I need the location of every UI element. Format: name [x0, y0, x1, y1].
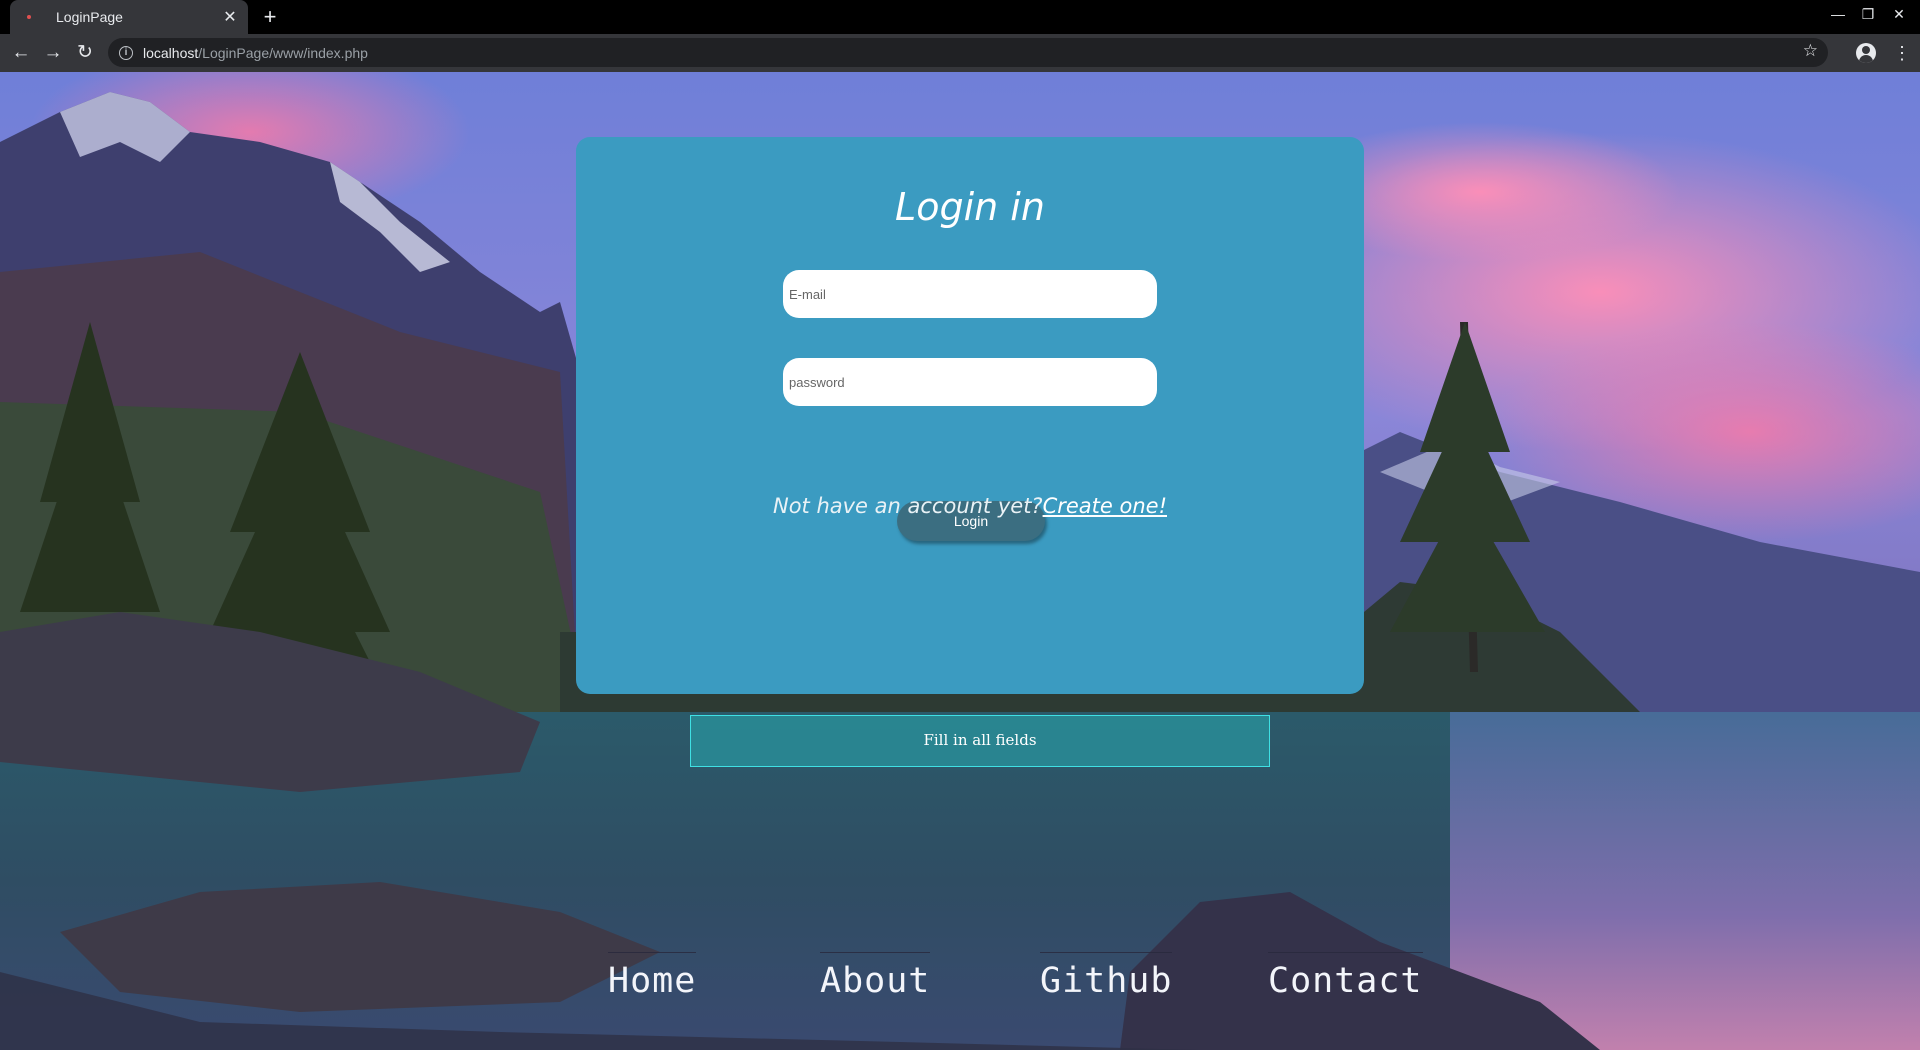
page-content: Login in Login Not have an account yet?C… [0, 72, 1920, 1050]
nav-home-link[interactable]: Home [608, 952, 697, 1001]
new-tab-button[interactable]: + [258, 4, 282, 30]
forward-arrow-icon[interactable]: → [41, 41, 65, 65]
bookmark-star-icon[interactable]: ☆ [1803, 41, 1818, 61]
profile-icon[interactable] [1856, 43, 1876, 63]
address-bar[interactable]: i localhost/LoginPage/www/index.php ☆ [108, 38, 1828, 67]
browser-toolbar: ← → ↻ i localhost/LoginPage/www/index.ph… [0, 34, 1920, 72]
restore-icon[interactable]: ❐ [1856, 6, 1880, 23]
info-icon[interactable]: i [119, 45, 133, 60]
login-card: Login in Login Not have an account yet?C… [576, 137, 1364, 694]
url-path: /LoginPage/www/index.php [198, 44, 368, 61]
login-title: Login in [895, 185, 1045, 229]
browser-tab-strip: LoginPage ✕ + — ❐ ✕ [0, 0, 1920, 34]
tab-title: LoginPage [56, 9, 123, 25]
signup-prompt: Not have an account yet?Create one! [576, 494, 1364, 518]
close-window-icon[interactable]: ✕ [1887, 6, 1911, 23]
no-account-text: Not have an account yet? [772, 494, 1043, 518]
reload-icon[interactable]: ↻ [73, 41, 97, 65]
validation-message: Fill in all fields [690, 715, 1270, 767]
footer-nav: Home About Github Contact [0, 952, 1920, 1012]
password-field[interactable] [783, 358, 1157, 406]
nav-about-link[interactable]: About [820, 952, 931, 1001]
favicon-icon [22, 10, 36, 24]
create-account-link[interactable]: Create one! [1043, 494, 1167, 518]
tab-close-icon[interactable]: ✕ [218, 7, 242, 27]
nav-github-link[interactable]: Github [1040, 952, 1173, 1001]
browser-tab[interactable]: LoginPage ✕ [10, 0, 248, 34]
url-host: localhost [143, 44, 199, 61]
kebab-menu-icon[interactable]: ⋮ [1893, 42, 1911, 64]
minimize-icon[interactable]: — [1826, 6, 1850, 22]
back-arrow-icon[interactable]: ← [9, 41, 33, 65]
nav-contact-link[interactable]: Contact [1268, 952, 1423, 1001]
email-field[interactable] [783, 270, 1157, 318]
